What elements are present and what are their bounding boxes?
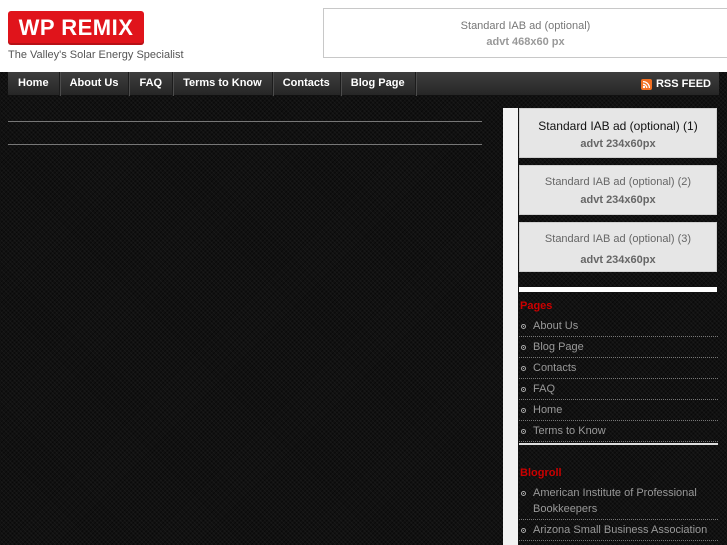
- nav-item-home[interactable]: Home: [8, 72, 60, 96]
- bullet-icon: [521, 528, 526, 533]
- sidebar-ad-3-title: Standard IAB ad (optional) (3): [544, 233, 692, 245]
- content-divider-bottom: [8, 144, 482, 145]
- nav-item-faq[interactable]: FAQ: [129, 72, 174, 96]
- blogroll-item[interactable]: American Institute of Professional Bookk…: [519, 483, 718, 520]
- bullet-icon: [521, 366, 526, 371]
- header-ad-size: advt 468x60 px: [486, 36, 565, 48]
- pages-widget-divider: [519, 443, 718, 445]
- pages-item-about-us[interactable]: About Us: [519, 316, 718, 337]
- blogroll-item[interactable]: Arizona Small Business Association: [519, 520, 718, 541]
- rss-feed-label: RSS FEED: [655, 78, 711, 90]
- pages-item-blog-page[interactable]: Blog Page: [519, 337, 718, 358]
- sidebar-ad-3-size: advt 234x60px: [580, 254, 656, 266]
- blogroll-list: American Institute of Professional Bookk…: [519, 483, 718, 541]
- main-navigation: Home About Us FAQ Terms to Know Contacts…: [8, 72, 719, 96]
- sidebar-ad-2-size: advt 234x60px: [580, 194, 656, 206]
- sidebar-ad-3[interactable]: Standard IAB ad (optional) (3) advt 234x…: [519, 222, 717, 272]
- bullet-icon: [521, 324, 526, 329]
- sidebar-ad-1-size: advt 234x60px: [580, 138, 656, 150]
- nav-item-contacts[interactable]: Contacts: [273, 72, 341, 96]
- site-header: WP REMIX The Valley's Solar Energy Speci…: [0, 0, 727, 72]
- sidebar-separator: [519, 287, 717, 292]
- bullet-icon: [521, 345, 526, 350]
- nav-item-about-us[interactable]: About Us: [60, 72, 130, 96]
- rss-feed-link[interactable]: RSS FEED: [640, 72, 711, 96]
- pages-item-contacts[interactable]: Contacts: [519, 358, 718, 379]
- pages-item-faq[interactable]: FAQ: [519, 379, 718, 400]
- bullet-icon: [521, 429, 526, 434]
- sidebar-ad-2[interactable]: Standard IAB ad (optional) (2) advt 234x…: [519, 165, 717, 215]
- nav-menu: Home About Us FAQ Terms to Know Contacts…: [8, 72, 416, 96]
- content-divider-top: [8, 121, 482, 122]
- sidebar-ad-1[interactable]: Standard IAB ad (optional) (1) advt 234x…: [519, 108, 717, 158]
- pages-widget-title: Pages: [520, 300, 553, 312]
- rss-icon: [640, 78, 652, 90]
- bullet-icon: [521, 408, 526, 413]
- header-ad-banner[interactable]: Standard IAB ad (optional) advt 468x60 p…: [323, 8, 727, 58]
- site-tagline: The Valley's Solar Energy Specialist: [8, 49, 184, 61]
- pages-list: About Us Blog Page Contacts FAQ Home Ter…: [519, 316, 718, 442]
- sidebar-ad-2-title: Standard IAB ad (optional) (2): [544, 176, 692, 188]
- nav-item-blog-page[interactable]: Blog Page: [341, 72, 416, 96]
- nav-item-terms-to-know[interactable]: Terms to Know: [173, 72, 273, 96]
- pages-item-home[interactable]: Home: [519, 400, 718, 421]
- bullet-icon: [521, 387, 526, 392]
- sidebar-ad-1-title: Standard IAB ad (optional) (1): [538, 119, 698, 133]
- header-ad-title: Standard IAB ad (optional): [460, 20, 591, 32]
- blogroll-widget-title: Blogroll: [520, 467, 562, 479]
- site-logo[interactable]: WP REMIX: [8, 11, 144, 45]
- bullet-icon: [521, 491, 526, 496]
- sidebar-edge: [503, 108, 518, 545]
- pages-item-terms-to-know[interactable]: Terms to Know: [519, 421, 718, 442]
